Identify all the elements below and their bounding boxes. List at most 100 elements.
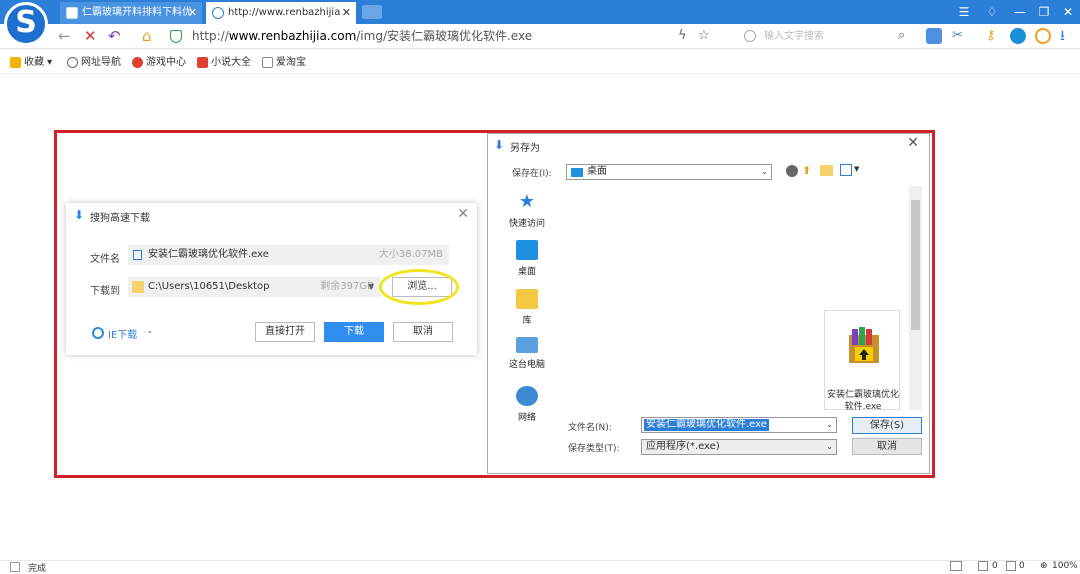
tab-download-url[interactable]: http://www.renbazhijia ✕ (206, 2, 356, 24)
tab-label: 仁霸玻璃开料排料下料优 (82, 7, 192, 18)
url-path: /img/安装仁霸玻璃优化软件.exe (356, 29, 533, 43)
saveto-label: 下载到 (90, 286, 120, 297)
filename-input[interactable]: 安装仁霸玻璃优化软件.exe ⌄ (641, 417, 837, 433)
place-label: 网络 (517, 413, 536, 423)
cancel-button[interactable]: 取消 (852, 438, 922, 455)
filetype-label: 保存类型(T): (568, 444, 620, 454)
star-icon (10, 57, 21, 68)
save-as-dialog: ⬇ 另存为 ✕ 保存在(I): 桌面 ⌄ ⬆ ▼ ★ 快速访问 桌面 库 这台电脑… (487, 133, 930, 474)
bookmark-taobao[interactable]: 爱淘宝 (262, 56, 306, 70)
favorite-star-icon[interactable]: ☆ (698, 27, 710, 45)
book-icon (197, 57, 208, 68)
place-network[interactable]: 网络 (502, 386, 552, 423)
bookmark-novels[interactable]: 小说大全 (197, 56, 251, 70)
url-scheme: http:// (192, 29, 229, 43)
back-icon[interactable] (786, 165, 798, 177)
undo-icon[interactable]: ↶ (108, 27, 121, 45)
place-this-pc[interactable]: 这台电脑 (502, 337, 552, 370)
dialog-title: 另存为 (510, 143, 540, 154)
bookmark-label: 爱淘宝 (276, 57, 306, 68)
place-label: 库 (522, 316, 532, 326)
bookmark-label: 网址导航 (81, 57, 121, 68)
bookmark-games[interactable]: 游戏中心 (132, 56, 186, 70)
tab-close-icon[interactable]: ✕ (188, 2, 197, 24)
up-folder-icon[interactable]: ⬆ (802, 164, 811, 177)
home-icon[interactable]: ⌂ (142, 27, 152, 45)
address-bar[interactable]: http://www.renbazhijia.com/img/安装仁霸玻璃优化软… (166, 27, 666, 46)
save-button[interactable]: 保存(S) (852, 417, 922, 434)
lightning-icon[interactable]: ϟ (678, 27, 687, 45)
filename-label: 文件名(N): (568, 423, 612, 433)
smiley-icon[interactable] (1035, 28, 1051, 44)
view-menu-icon[interactable] (840, 164, 852, 176)
filetype-value: 应用程序(*.exe) (646, 441, 720, 452)
new-folder-icon[interactable] (820, 165, 833, 176)
zoom-icon[interactable]: ⊕ (1040, 561, 1048, 571)
url-host: www.renbazhijia.com (228, 29, 357, 43)
place-quick-access[interactable]: ★ 快速访问 (502, 192, 552, 230)
search-icon[interactable]: ⌕ (898, 27, 905, 45)
cancel-button[interactable]: 取消 (393, 322, 453, 342)
exe-file-icon (133, 250, 142, 260)
bookmark-label: 收藏 (24, 57, 44, 68)
close-icon[interactable]: ✕ (907, 135, 919, 151)
ie-favicon-icon (212, 7, 224, 19)
bookmark-favorites[interactable]: 收藏 ▾ (10, 56, 52, 70)
desktop-icon (516, 240, 538, 260)
save-in-combo[interactable]: 桌面 ⌄ (566, 164, 772, 180)
extension-icon[interactable] (926, 28, 942, 44)
scissors-icon[interactable]: ✂ (952, 28, 968, 44)
translate-icon[interactable] (1010, 28, 1026, 44)
scrollbar-thumb[interactable] (911, 200, 920, 330)
filetype-select[interactable]: 应用程序(*.exe) ⌄ (641, 439, 837, 455)
chevron-down-icon[interactable]: ⌄ (146, 326, 154, 336)
chevron-down-icon: ⌄ (761, 167, 768, 176)
stop-icon[interactable]: ✕ (84, 27, 97, 45)
desktop-folder-icon (571, 168, 583, 177)
close-icon[interactable]: ✕ (457, 206, 469, 222)
bookmark-label: 小说大全 (211, 57, 251, 68)
menu-icon[interactable]: ☰ (950, 0, 978, 24)
key-icon[interactable]: ⚷ (986, 28, 1002, 44)
open-directly-button[interactable]: 直接打开 (255, 322, 315, 342)
chevron-down-icon: ⌄ (826, 420, 833, 429)
status-bar (0, 560, 1080, 573)
new-tab-button[interactable] (362, 5, 382, 19)
counter-icon[interactable] (1006, 561, 1016, 571)
sogou-browser-logo[interactable]: S (4, 2, 48, 46)
search-placeholder: 输入文字搜索 (764, 31, 824, 42)
close-window-icon[interactable]: ✕ (1054, 0, 1080, 24)
filename-label: 文件名 (90, 254, 120, 265)
place-desktop[interactable]: 桌面 (502, 240, 552, 277)
back-icon[interactable]: ← (58, 27, 71, 45)
search-input[interactable]: 输入文字搜索 (740, 27, 915, 46)
skin-icon[interactable]: ♢ (978, 0, 1006, 24)
zoom-level[interactable]: 100% (1052, 561, 1078, 571)
dialog-title: 搜狗高速下载 (90, 213, 150, 224)
path-dropdown-icon[interactable]: ▼ (368, 282, 374, 291)
search-engine-icon (744, 30, 756, 42)
ie-download-link[interactable]: IE下载 (108, 326, 137, 341)
view-dropdown-icon[interactable]: ▼ (854, 165, 859, 173)
screen-icon[interactable] (950, 561, 962, 571)
ie-icon (92, 327, 104, 339)
file-item[interactable]: 安装仁霸玻璃优化软件.exe (824, 310, 900, 412)
tab-close-icon[interactable]: ✕ (342, 2, 351, 24)
lock-icon[interactable] (978, 561, 988, 571)
tab-renba-page[interactable]: 仁霸玻璃开料排料下料优 ✕ (60, 2, 202, 24)
bookmark-nav[interactable]: 网址导航 (67, 56, 121, 70)
page-icon (262, 57, 273, 68)
filename-field[interactable]: 安装仁霸玻璃优化软件.exe 大小38.07MB (128, 245, 449, 265)
download-button[interactable]: 下载 (324, 322, 384, 342)
file-item-label: 安装仁霸玻璃优化软件.exe (826, 390, 899, 412)
download-arrow-icon: ⬇ (494, 138, 505, 152)
download-icon[interactable]: ⭳ (1060, 28, 1076, 44)
secure-shield-icon (170, 30, 182, 43)
path-field[interactable]: C:\Users\10651\Desktop 剩余397GB (128, 277, 380, 297)
place-library[interactable]: 库 (502, 289, 552, 326)
game-icon (132, 57, 143, 68)
folder-icon (132, 281, 144, 293)
save-in-label: 保存在(I): (512, 169, 552, 179)
computer-icon (516, 337, 538, 353)
free-space-text: 剩余397GB (320, 281, 374, 292)
